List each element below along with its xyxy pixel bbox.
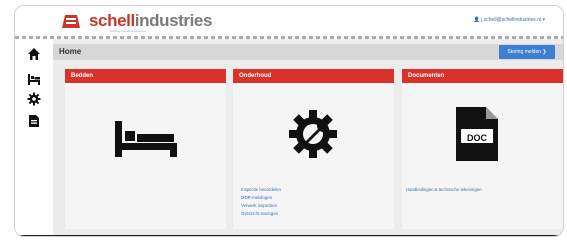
panel-title: Onderhoud [233, 69, 394, 83]
brand-name-part2: industries [134, 11, 213, 30]
bed-icon [115, 121, 177, 157]
link-handleidingen[interactable]: Handleidingen & technische tekeningen [406, 187, 482, 192]
report-fault-button[interactable]: Storing melden ❯ [499, 45, 555, 59]
maintenance-links: Inspectie beoordelen MDR-meldingen Verwe… [241, 186, 281, 218]
app-window: schellindustries building industrial sol… [14, 5, 564, 237]
brand-name-part1: schell [89, 11, 135, 30]
main-content: Home Storing melden ❯ Bedden Onderhoud I… [53, 39, 563, 236]
panel-onderhoud[interactable]: Onderhoud Inspectie beoordelen MDR-meldi… [233, 69, 394, 229]
sidebar [15, 39, 53, 236]
user-account-label: j.schell@schellindustries.nl ▾ [481, 17, 545, 23]
panel-title: Documenten [402, 69, 563, 83]
screen-frame: schellindustries building industrial sol… [0, 0, 567, 242]
top-bar: schellindustries building industrial sol… [15, 6, 563, 36]
link-overzicht-storingen[interactable]: Overzicht storingen [241, 210, 281, 218]
brand-logo[interactable]: schellindustries [89, 11, 212, 31]
home-icon[interactable] [27, 47, 41, 61]
footer-bar [15, 235, 563, 236]
link-verwerk-inspecties[interactable]: Verwerk inspecties [241, 202, 281, 210]
document-icon[interactable] [27, 114, 41, 128]
page-title: Home [59, 47, 82, 56]
panel-title: Bedden [65, 69, 226, 83]
link-inspectie-beoordelen[interactable]: Inspectie beoordelen [241, 186, 281, 194]
panel-bedden[interactable]: Bedden [65, 69, 226, 229]
bed-icon[interactable] [27, 72, 41, 86]
doc-icon-label: DOC [467, 133, 487, 143]
user-account-link[interactable]: 👤 j.schell@schellindustries.nl ▾ [474, 17, 545, 23]
panel-documenten[interactable]: Documenten DOC Handleidingen & technisch… [402, 69, 563, 229]
brand-tagline: building industrial solutions [110, 29, 146, 33]
gear-icon[interactable] [27, 92, 41, 106]
user-icon: 👤 [473, 17, 480, 23]
link-mdr-meldingen[interactable]: MDR-meldingen [241, 194, 281, 202]
breadcrumb: Home Storing melden ❯ [53, 44, 563, 60]
logo-icon [60, 13, 82, 31]
wrench-gear-icon [289, 110, 337, 158]
